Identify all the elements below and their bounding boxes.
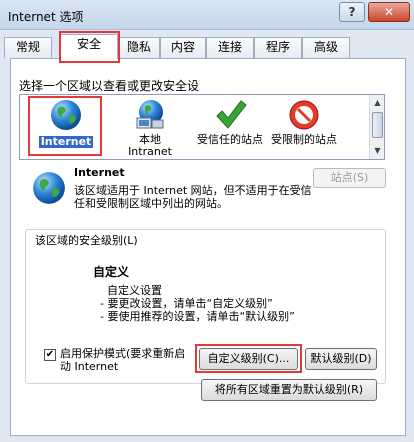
highlight-box-internet-zone <box>28 96 102 156</box>
zone-restricted-sites-label: 受限制的站点 <box>271 133 337 146</box>
scroll-thumb[interactable] <box>372 112 383 138</box>
tab-programs[interactable]: 程序 <box>254 37 302 58</box>
zone-local-intranet-label: 本地 Intranet <box>128 133 172 158</box>
tab-content[interactable]: 内容 <box>160 37 206 58</box>
selected-zone-globe-icon <box>33 172 65 204</box>
protected-mode-checkbox[interactable]: ✔ <box>44 349 56 361</box>
tab-general[interactable]: 常规 <box>4 37 52 58</box>
red-restricted-icon <box>289 100 319 130</box>
sites-button[interactable]: 站点(S) <box>313 168 386 188</box>
zone-trusted-sites-label: 受信任的站点 <box>197 133 263 146</box>
zone-local-intranet[interactable]: 本地 Intranet <box>108 96 192 158</box>
zone-list-scrollbar[interactable]: ▲ ▼ <box>369 95 384 159</box>
tab-connections[interactable]: 连接 <box>206 37 254 58</box>
scroll-up-icon[interactable]: ▲ <box>370 95 385 110</box>
zone-trusted-sites[interactable]: 受信任的站点 <box>188 96 272 158</box>
zones-heading: 选择一个区域以查看或更改安全设 <box>19 79 200 93</box>
level-description-line-2: - 要更改设置，请单击“自定义级别” <box>100 297 273 310</box>
help-button[interactable]: ? <box>339 2 365 22</box>
security-level-name: 自定义 <box>93 265 130 279</box>
window-title: Internet 选项 <box>8 10 84 24</box>
security-level-title: 该区域的安全级别(L) <box>31 232 142 248</box>
level-description-line-1: 自定义设置 <box>107 284 162 297</box>
zone-restricted-sites[interactable]: 受限制的站点 <box>262 96 346 158</box>
selected-zone-description: 该区域适用于 Internet 网站，但不适用于在受信任和受限制区域中列出的网站… <box>74 184 312 210</box>
tab-advanced[interactable]: 高级 <box>302 37 350 58</box>
reset-all-zones-button[interactable]: 将所有区域重置为默认级别(R) <box>201 379 377 401</box>
title-bar: Internet 选项 ? ✕ <box>0 0 414 30</box>
highlight-box-security-tab <box>59 31 120 63</box>
level-description-line-3: - 要使用推荐的设置，请单击“默认级别” <box>100 310 295 323</box>
tab-privacy[interactable]: 隐私 <box>118 37 160 58</box>
green-check-icon <box>216 100 247 129</box>
default-level-button[interactable]: 默认级别(D) <box>305 348 377 370</box>
close-button[interactable]: ✕ <box>368 2 410 22</box>
intranet-globe-icon <box>136 100 164 129</box>
protected-mode-label[interactable]: 启用保护模式(要求重新启动 Internet <box>60 347 196 373</box>
scroll-down-icon[interactable]: ▼ <box>370 143 385 158</box>
highlight-box-custom-level <box>195 344 302 373</box>
selected-zone-name: Internet <box>74 166 125 179</box>
